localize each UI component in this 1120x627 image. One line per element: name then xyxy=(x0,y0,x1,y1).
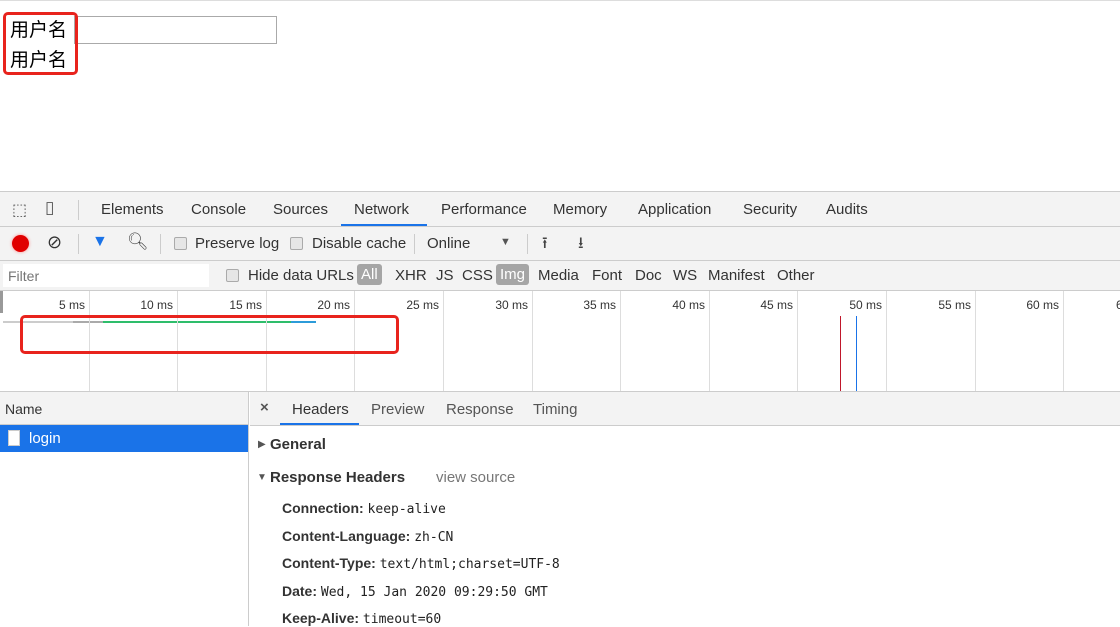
timeline-gridline xyxy=(532,291,533,391)
response-header-row: Keep-Alive: timeout=60 xyxy=(282,610,441,627)
disable-cache-checkbox[interactable] xyxy=(290,237,303,250)
header-key: Date: xyxy=(282,582,318,599)
header-value: Wed, 15 Jan 2020 09:29:50 GMT xyxy=(320,584,548,600)
filter-type-ws[interactable]: WS xyxy=(673,267,697,284)
filter-type-css[interactable]: CSS xyxy=(462,267,493,284)
username-input[interactable] xyxy=(74,16,277,44)
filter-type-xhr[interactable]: XHR xyxy=(395,267,427,284)
filter-bar: Hide data URLs All XHR JS CSS Img Media … xyxy=(0,261,1120,291)
record-icon[interactable] xyxy=(12,235,29,252)
timeline-tick-label: 60 ms xyxy=(1026,298,1059,312)
header-key: Connection: xyxy=(282,500,364,516)
tab-security[interactable]: Security xyxy=(743,201,797,218)
close-icon[interactable]: × xyxy=(260,399,269,416)
preserve-log-checkbox[interactable] xyxy=(174,237,187,250)
timeline-tick-label: 55 ms xyxy=(938,298,971,312)
timeline-gridline xyxy=(797,291,798,391)
hide-data-urls-checkbox[interactable] xyxy=(226,269,239,282)
response-header-row: Content-Language: zh-CN xyxy=(282,528,453,545)
header-value: zh-CN xyxy=(414,529,454,545)
header-value: text/html;charset=UTF-8 xyxy=(379,557,560,572)
timeline-gridline xyxy=(975,291,976,391)
filter-type-manifest[interactable]: Manifest xyxy=(708,267,765,284)
response-header-row: Connection: keep-alive xyxy=(282,500,446,517)
tab-audits[interactable]: Audits xyxy=(826,201,868,218)
timeline-tick-label: 30 ms xyxy=(495,298,528,312)
timeline-tick-label: 45 ms xyxy=(760,298,793,312)
tab-application[interactable]: Application xyxy=(638,201,711,218)
device-toggle-icon[interactable]: ▯ xyxy=(45,198,54,218)
active-tab-indicator xyxy=(341,224,427,226)
filter-type-doc[interactable]: Doc xyxy=(635,267,662,284)
filter-input[interactable] xyxy=(3,264,209,287)
timeline-gridline xyxy=(620,291,621,391)
load-event-line xyxy=(840,316,841,391)
timeline-gridline xyxy=(709,291,710,391)
filter-type-img[interactable]: Img xyxy=(496,264,530,285)
timeline-tick-label: 50 ms xyxy=(849,298,882,312)
header-key: Content-Type: xyxy=(282,555,376,571)
filter-icon[interactable]: ▼ xyxy=(92,233,108,251)
export-har-icon[interactable]: ⭳ xyxy=(578,232,584,259)
clear-icon[interactable]: ⊘ xyxy=(47,232,62,253)
response-header-row: Content-Type: text/html;charset=UTF-8 xyxy=(282,555,560,572)
name-column-header[interactable]: Name xyxy=(0,392,248,425)
filter-type-all[interactable]: All xyxy=(357,264,382,285)
response-header-row: Date: Wed, 15 Jan 2020 09:29:50 GMT xyxy=(282,583,548,600)
dropdown-arrow-icon[interactable]: ▼ xyxy=(500,236,511,248)
response-headers-section[interactable]: Response Headers xyxy=(270,469,405,486)
tab-performance[interactable]: Performance xyxy=(441,201,527,218)
filter-type-js[interactable]: JS xyxy=(436,267,454,284)
timeline-gridline xyxy=(1063,291,1064,391)
disable-cache-label: Disable cache xyxy=(312,235,407,252)
header-key: Keep-Alive: xyxy=(282,610,360,626)
timeline-tick-label: 25 ms xyxy=(406,298,439,312)
tab-memory[interactable]: Memory xyxy=(553,201,607,218)
timeline-tick-label: 35 ms xyxy=(583,298,616,312)
filter-type-font[interactable]: Font xyxy=(592,267,622,284)
filter-type-other[interactable]: Other xyxy=(777,267,815,284)
tab-console[interactable]: Console xyxy=(191,201,246,218)
devtools: ⬚ ▯ Elements Console Sources Network Per… xyxy=(0,191,1120,627)
header-key: Content-Language: xyxy=(282,527,411,544)
timeline-tick-label: 20 ms xyxy=(317,298,350,312)
highlight-box xyxy=(20,315,399,354)
import-har-icon[interactable]: ⭱ xyxy=(542,232,548,259)
tab-response[interactable]: Response xyxy=(446,401,514,418)
timeline-gridline xyxy=(886,291,887,391)
collapse-triangle-icon[interactable]: ▼ xyxy=(257,472,267,483)
view-source-link[interactable]: view source xyxy=(436,469,515,486)
devtools-tabbar: ⬚ ▯ Elements Console Sources Network Per… xyxy=(0,192,1120,227)
network-toolbar: ⊘ ▼ 🔍︎ Preserve log Disable cache Online… xyxy=(0,227,1120,261)
filter-type-media[interactable]: Media xyxy=(538,267,579,284)
tab-headers[interactable]: Headers xyxy=(292,401,349,418)
timeline-tick-label: 10 ms xyxy=(140,298,173,312)
inspect-icon[interactable]: ⬚ xyxy=(12,200,27,220)
timeline-tick-label: 15 ms xyxy=(229,298,262,312)
throttle-select[interactable]: Online xyxy=(427,235,470,252)
request-list: Name login xyxy=(0,392,249,626)
tab-sources[interactable]: Sources xyxy=(273,201,328,218)
timeline-tick-label: 40 ms xyxy=(672,298,705,312)
web-page: 用户名 用户名 xyxy=(0,0,1120,191)
expand-triangle-icon[interactable]: ▶ xyxy=(258,439,266,450)
tab-network[interactable]: Network xyxy=(354,201,409,218)
tab-preview[interactable]: Preview xyxy=(371,401,424,418)
tab-timing[interactable]: Timing xyxy=(533,401,577,418)
timeline-tick-label: 5 ms xyxy=(58,298,85,312)
timeline-tick-label: 6 xyxy=(1116,298,1120,312)
hide-data-urls-label: Hide data URLs xyxy=(248,267,354,284)
timeline-gridline xyxy=(443,291,444,391)
request-detail: × Headers Preview Response Timing ▶ Gene… xyxy=(20,315,1120,627)
search-icon[interactable]: 🔍︎ xyxy=(127,232,149,252)
dom-content-loaded-line xyxy=(856,316,857,391)
document-icon xyxy=(8,430,20,446)
highlight-box xyxy=(3,12,78,75)
request-name: login xyxy=(29,430,61,447)
tab-elements[interactable]: Elements xyxy=(101,201,164,218)
request-row[interactable]: login xyxy=(0,425,248,452)
preserve-log-label: Preserve log xyxy=(195,235,280,252)
general-section[interactable]: General xyxy=(270,436,326,453)
header-value: keep-alive xyxy=(367,502,446,517)
